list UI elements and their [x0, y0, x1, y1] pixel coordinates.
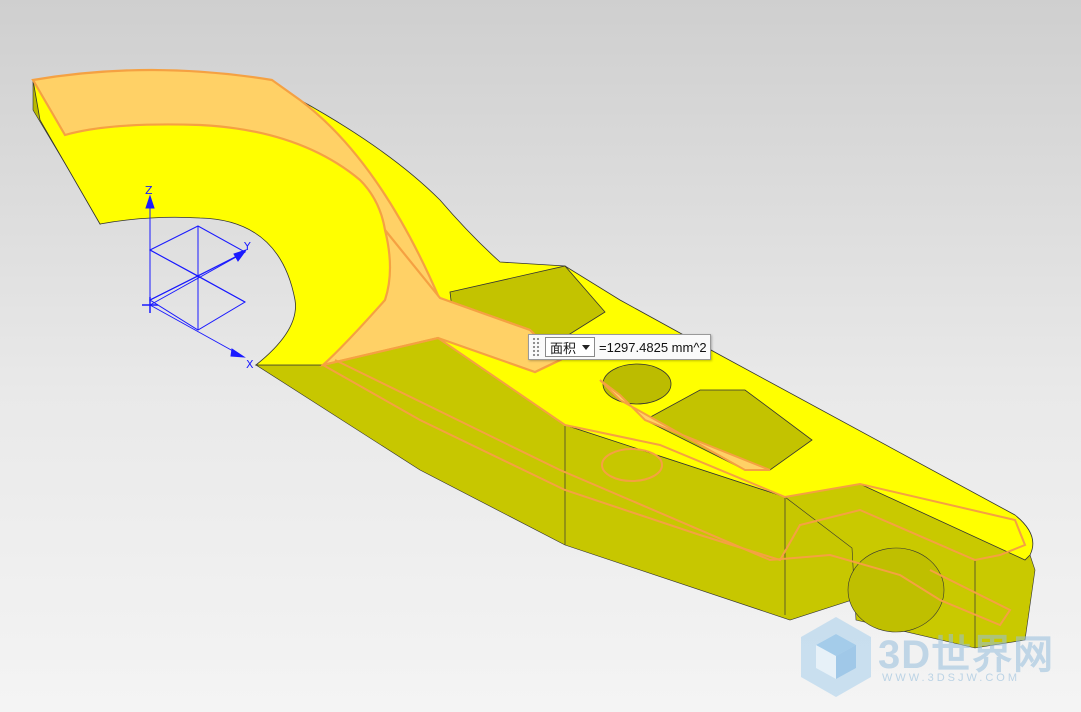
- watermark: 3D世界网 WWW.3DSJW.COM: [796, 612, 1066, 702]
- x-axis[interactable]: [149, 304, 243, 357]
- graphics-viewport[interactable]: Z Y X 面积 =1297.4825 mm^2 3D世界网 WWW.3DSJW…: [0, 0, 1081, 712]
- cube-logo-icon: [801, 617, 871, 697]
- measure-type-label: 面积: [550, 340, 577, 356]
- z-axis-label: Z: [145, 184, 153, 197]
- measure-type-select[interactable]: 面积: [545, 337, 595, 357]
- measure-value: =1297.4825 mm^2: [599, 339, 707, 355]
- drag-grip-icon[interactable]: [531, 336, 541, 358]
- chevron-down-icon[interactable]: [582, 344, 590, 350]
- x-axis-arrow-icon: [230, 348, 246, 358]
- y-axis-label: Y: [243, 240, 251, 253]
- measure-area-widget[interactable]: 面积 =1297.4825 mm^2: [528, 334, 711, 360]
- x-axis-label: X: [246, 358, 254, 371]
- watermark-url: WWW.3DSJW.COM: [882, 672, 1020, 684]
- through-hole: [602, 363, 672, 405]
